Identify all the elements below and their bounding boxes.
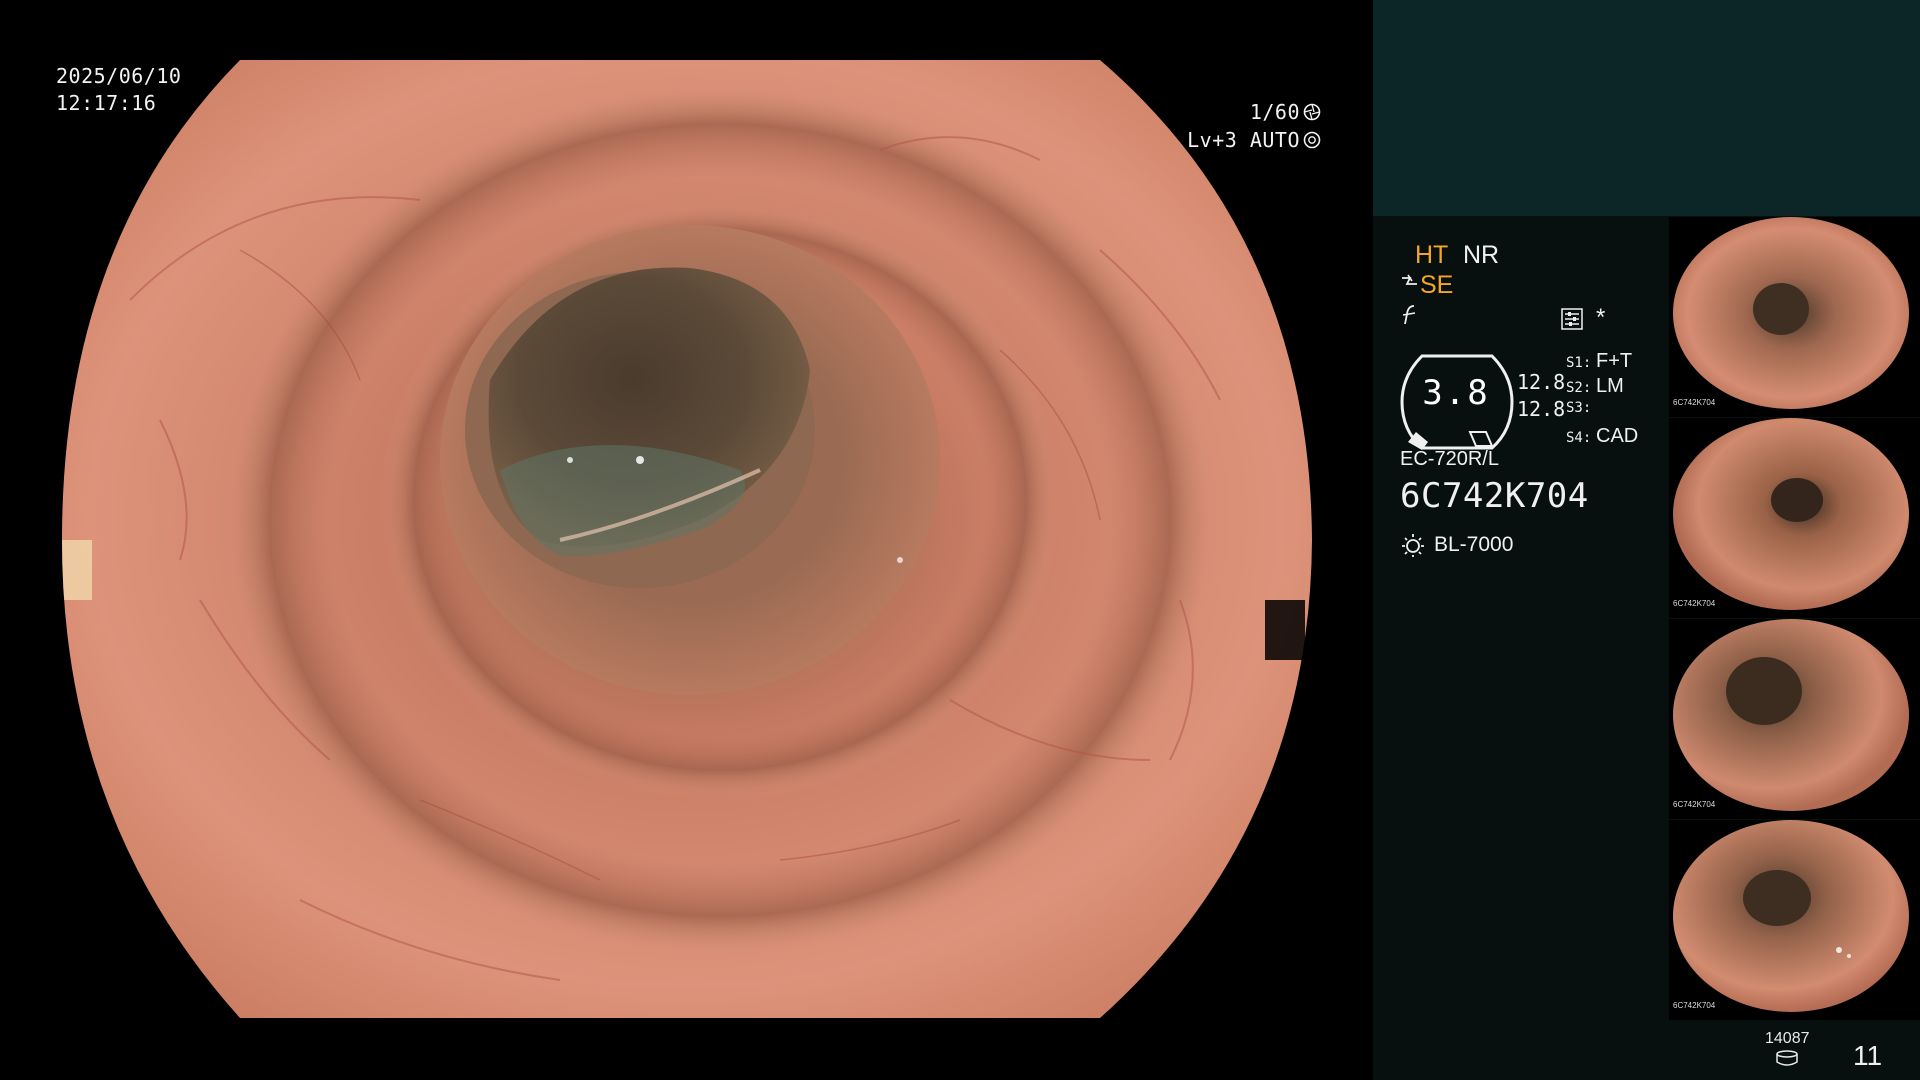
level-iris-label: Lv+3 AUTO: [1187, 127, 1300, 152]
time-label: 12:17:16: [56, 91, 157, 115]
switch-assignments: S1: F+T S2: LM S3: S4: CAD: [1566, 350, 1638, 450]
thumbnail-image: 6C742K704: [1673, 619, 1909, 811]
thumbnail-3[interactable]: 6C742K704: [1669, 619, 1920, 819]
thumbnail-label: 6C742K704: [1673, 599, 1716, 608]
lamp-icon: [1402, 534, 1424, 557]
thumbnail-image: 6C742K704: [1673, 418, 1909, 610]
star-marker: *: [1596, 304, 1606, 331]
switch-key: S3:: [1566, 400, 1592, 416]
thumbnail-label: 6C742K704: [1673, 800, 1716, 809]
light-source-label: BL-7000: [1434, 533, 1514, 556]
structure-enhance-icon: [1402, 274, 1417, 285]
thumbnail-image: 6C742K704: [1673, 217, 1909, 409]
colon-lumen-image: [62, 60, 1312, 1018]
shutter-speed-label: 1/60: [1249, 99, 1300, 124]
scope-serial: 6C742K704: [1400, 476, 1589, 516]
captured-thumbnails: 6C742K704 6C742K704 6C742K704 6C742K704: [1669, 217, 1920, 1021]
patient-info-area: [1373, 0, 1920, 216]
endoscope-live-view: 2025/06/10 12:17:16 1/60 Lv+3 AUTO: [0, 0, 1373, 1080]
scope-model: EC-720R/L: [1400, 448, 1499, 470]
storage-counter: 14087: [1765, 1030, 1810, 1066]
date-label: 2025/06/10: [56, 64, 182, 88]
endoscopy-screen: 2025/06/10 12:17:16 1/60 Lv+3 AUTO HT NR…: [0, 0, 1920, 1080]
switch-slot: S2: LM: [1566, 375, 1638, 400]
switch-key: S2:: [1566, 380, 1592, 396]
thumbnail-1[interactable]: 6C742K704: [1669, 217, 1920, 417]
storage-icon: [1776, 1050, 1798, 1066]
structure-enhance-label: SE: [1420, 271, 1454, 299]
f-mode-icon: [1402, 305, 1416, 325]
settings-icon: [1561, 308, 1583, 330]
thumbnail-2[interactable]: 6C742K704: [1669, 418, 1920, 618]
iris-icon: [1303, 131, 1321, 149]
switch-slot: S3:: [1566, 400, 1638, 425]
switch-value: CAD: [1596, 425, 1639, 447]
noise-reduction-label: NR: [1463, 241, 1500, 269]
exposure-info: 1/60 Lv+3 AUTO: [1187, 98, 1321, 154]
hardness-mode-label: HT: [1415, 241, 1449, 269]
switch-value: LM: [1596, 375, 1624, 397]
thumbnail-label: 6C742K704: [1673, 398, 1716, 407]
captured-image-count: 11: [1853, 1040, 1883, 1071]
switch-key: S4:: [1566, 430, 1592, 446]
switch-key: S1:: [1566, 355, 1592, 371]
thumbnail-image: 6C742K704: [1673, 820, 1909, 1012]
switch-slot: S4: CAD: [1566, 425, 1638, 450]
thumbnail-4[interactable]: 6C742K704: [1669, 820, 1920, 1020]
info-side-panel: HT NR SE * 3.8 12.8 12.8 S1: F+T S2: LM …: [1373, 0, 1920, 1080]
switch-value: F+T: [1596, 350, 1633, 372]
shutter-icon: [1303, 103, 1321, 121]
timestamp: 2025/06/10 12:17:16: [56, 63, 181, 117]
storage-count: 14087: [1765, 1030, 1810, 1047]
gauge-reading-2: 12.8: [1517, 397, 1566, 421]
gauge-reading-1: 12.8: [1517, 370, 1566, 394]
gauge-value: 3.8: [1422, 373, 1490, 413]
thumbnail-label: 6C742K704: [1673, 1001, 1716, 1010]
switch-slot: S1: F+T: [1566, 350, 1638, 375]
light-source: BL-7000: [1400, 532, 1513, 558]
